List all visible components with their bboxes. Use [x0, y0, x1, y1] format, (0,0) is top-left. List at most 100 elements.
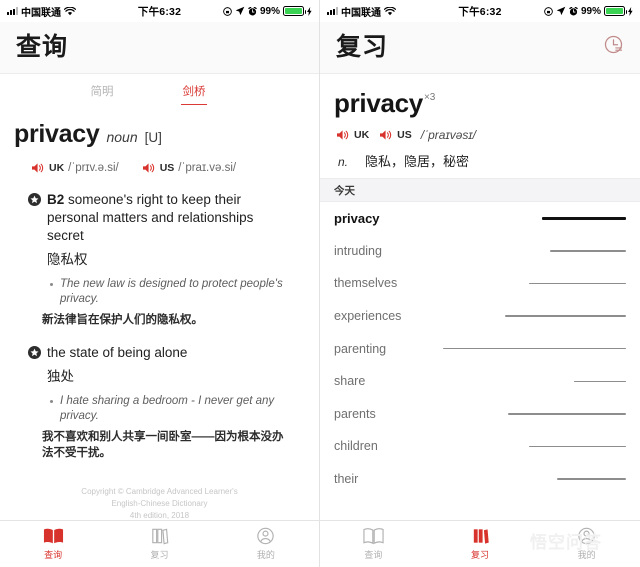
status-bar-right-group: 99%: [181, 6, 312, 17]
pronunciation-uk[interactable]: UK /ˈprɪv.ə.si/: [32, 162, 119, 174]
location-arrow-icon: [235, 6, 245, 16]
dictionary-nav-bar: 查询: [0, 22, 319, 74]
review-word-card: privacy ×3 UK US /ˈpraɪvəsɪ/ n. 隐私，隐居，秘密: [320, 74, 640, 178]
list-item[interactable]: parents: [334, 398, 626, 431]
example-zh: 我不喜欢和别人共享一间卧室——因为根本没办法不受干扰。: [42, 430, 284, 459]
word-label: parenting: [334, 341, 387, 356]
word-label: children: [334, 439, 378, 454]
sense-1-definition-zh: 隐私权: [47, 251, 88, 267]
battery-icon: [283, 6, 306, 16]
history-clock-icon[interactable]: [603, 34, 624, 55]
sense-2-example-1: I hate sharing a bedroom - I never get a…: [28, 394, 291, 460]
example-zh: 新法律旨在保护人们的隐私权。: [42, 313, 203, 326]
open-book-icon: [363, 528, 384, 545]
list-item[interactable]: themselves: [334, 267, 626, 300]
sense-1-definition-en: B2 someone's right to keep their persona…: [47, 191, 291, 245]
tab-bar-right: 查询 复习 我的 悟空问答: [320, 520, 640, 567]
word-label: experiences: [334, 309, 402, 324]
tab-bar-label-review: 复习: [471, 550, 490, 560]
example-en: I hate sharing a bedroom - I never get a…: [60, 394, 275, 423]
dictionary-source-tabs: 简明 剑桥: [0, 74, 319, 108]
word-label: share: [334, 374, 366, 389]
copyright-notice: Copyright © Cambridge Advanced Learner's…: [14, 486, 305, 520]
lock-rotation-icon: [544, 6, 553, 16]
dictionary-panel: 中国联通 下午6:32 99% 查询 简明 剑桥 privacy noun [U…: [0, 0, 320, 567]
tab-jianming-label: 简明: [90, 86, 114, 98]
ipa-us: /ˈpraɪ.və.si/: [178, 162, 237, 174]
tab-jianming[interactable]: 简明: [56, 74, 148, 108]
list-item[interactable]: intruding: [334, 235, 626, 268]
progress-bar: [508, 413, 626, 415]
tab-bar-label-search: 查询: [44, 550, 63, 560]
wifi-icon: [384, 6, 396, 15]
dictionary-content: privacy noun [U] UK /ˈprɪv.ə.si/ US /ˈpr…: [0, 108, 319, 520]
sense-1-example-1: The new law is designed to protect peopl…: [28, 277, 291, 327]
tab-bar-label-review: 复习: [150, 550, 169, 560]
list-item[interactable]: privacy: [334, 202, 626, 235]
signal-icon: [7, 7, 18, 15]
tab-bar-item-mine[interactable]: 我的: [213, 521, 319, 567]
review-meaning: 隐私，隐居，秘密: [365, 154, 470, 169]
region-label-uk: UK: [354, 129, 370, 141]
alarm-icon: [569, 6, 578, 15]
headword: privacy: [14, 120, 100, 148]
review-pronunciation-row: UK US /ˈpraɪvəsɪ/: [334, 128, 626, 142]
tab-bar-item-search[interactable]: 查询: [320, 521, 427, 567]
progress-bar: [574, 380, 626, 383]
tab-cambridge[interactable]: 剑桥: [148, 74, 240, 108]
tab-cambridge-label: 剑桥: [182, 86, 206, 98]
tab-bar-item-search[interactable]: 查询: [0, 521, 106, 567]
sense-1-head: B2 someone's right to keep their persona…: [28, 191, 291, 245]
pronunciation-uk[interactable]: UK: [337, 129, 369, 141]
copyright-line-2: English-Chinese Dictionary: [111, 498, 208, 508]
pronunciation-us[interactable]: US: [380, 129, 412, 141]
review-nav-bar: 复习: [320, 22, 640, 74]
list-item[interactable]: their: [334, 463, 626, 496]
signal-icon: [327, 7, 338, 15]
tab-bar-item-review[interactable]: 复习: [427, 521, 534, 567]
carrier-label: 中国联通: [21, 7, 61, 19]
review-panel: 中国联通 下午6:32 99% 复习 privacy ×3 UK US /ˈpr…: [320, 0, 640, 567]
sense-1-definition-text: someone's right to keep their personal m…: [47, 192, 254, 243]
word-label: parents: [334, 406, 376, 421]
speaker-icon: [337, 130, 349, 140]
progress-bar: [542, 216, 626, 220]
star-badge-icon: [28, 193, 41, 206]
speaker-icon: [142, 163, 154, 173]
pronunciation-us[interactable]: US /ˈpraɪ.və.si/: [142, 162, 237, 174]
page-title: 查询: [16, 32, 69, 61]
location-arrow-icon: [556, 6, 566, 16]
status-bar-right: 中国联通 下午6:32 99%: [320, 0, 640, 22]
tab-bar-item-mine[interactable]: 我的: [533, 521, 640, 567]
person-circle-icon: [257, 527, 275, 545]
tab-bar-label-mine: 我的: [577, 550, 596, 560]
headword-row: privacy noun [U]: [14, 120, 305, 149]
tab-bar-label-search: 查询: [364, 550, 383, 560]
wifi-icon: [64, 6, 76, 15]
list-item[interactable]: experiences: [334, 300, 626, 333]
list-item[interactable]: share: [334, 365, 626, 398]
tab-bar-label-mine: 我的: [256, 550, 275, 560]
battery-icon: [604, 6, 627, 16]
section-header-label: 今天: [334, 184, 355, 197]
region-label-us: US: [159, 162, 175, 174]
tab-bar-item-review[interactable]: 复习: [106, 521, 212, 567]
pronunciation-row: UK /ˈprɪv.ə.si/ US /ˈpraɪ.və.si/: [14, 162, 305, 174]
example-en: The new law is designed to protect peopl…: [60, 277, 283, 306]
region-label-uk: UK: [49, 162, 65, 174]
sense-2-definition-en: the state of being alone: [47, 344, 188, 360]
status-bar-left-group: 中国联通: [327, 4, 458, 19]
progress-bar: [529, 445, 626, 448]
charging-bolt-icon: [307, 6, 312, 16]
list-item[interactable]: children: [334, 430, 626, 463]
word-label: themselves: [334, 276, 398, 291]
progress-bar: [557, 478, 626, 480]
review-headword: privacy: [334, 88, 423, 118]
battery-percent-label: 99%: [259, 5, 280, 17]
review-part-of-speech: n.: [338, 155, 349, 169]
list-item[interactable]: parenting: [334, 332, 626, 365]
dictionary-entry: privacy noun [U] UK /ˈprɪv.ə.si/ US /ˈpr…: [0, 108, 319, 520]
clock-label: 下午6:32: [458, 5, 502, 18]
lock-rotation-icon: [223, 6, 232, 16]
progress-bar: [550, 250, 626, 252]
